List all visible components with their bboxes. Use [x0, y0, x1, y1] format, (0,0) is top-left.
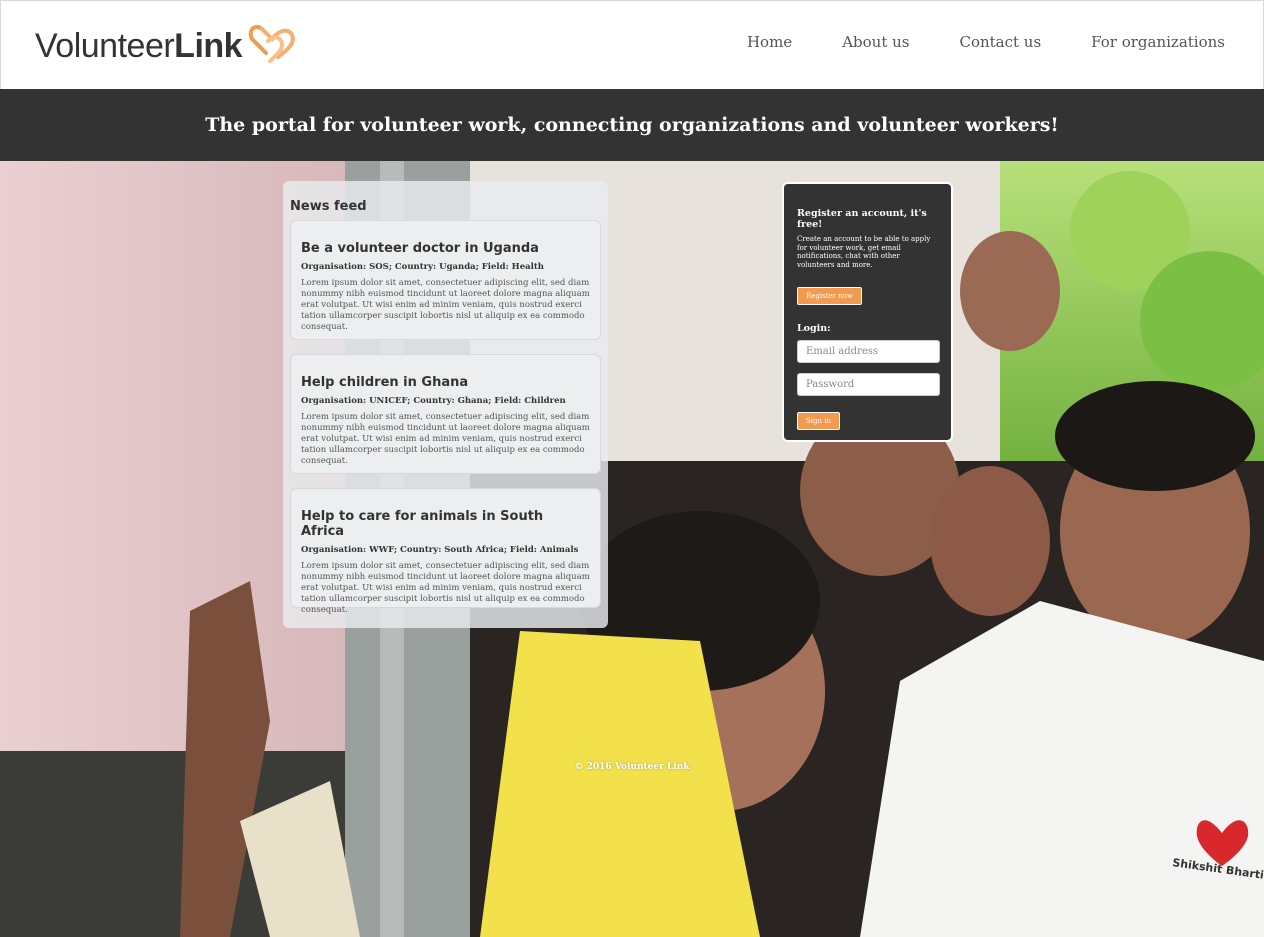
news-card-title[interactable]: Help to care for animals in South Africa — [301, 509, 590, 539]
news-card-title[interactable]: Be a volunteer doctor in Uganda — [301, 241, 590, 256]
main-nav: Home About us Contact us For organizatio… — [747, 33, 1225, 51]
news-card-meta: Organisation: WWF; Country: South Africa… — [301, 545, 579, 555]
nav-contact-us[interactable]: Contact us — [959, 33, 1041, 51]
news-card[interactable]: Help to care for animals in South Africa… — [290, 488, 601, 615]
tagline-banner: The portal for volunteer work, connectin… — [0, 89, 1264, 161]
news-card-meta: Organisation: UNICEF; Country: Ghana; Fi… — [301, 396, 566, 406]
heart-link-icon — [248, 24, 295, 63]
news-card-body: Lorem ipsum dolor sit amet, consectetuer… — [301, 561, 590, 615]
footer-copyright: © 2016 Volunteer Link — [574, 762, 690, 772]
hero-photo: Shikshit Bhartiya — [0, 161, 1264, 937]
news-card-body: Lorem ipsum dolor sit amet, consectetuer… — [301, 412, 590, 466]
password-input[interactable] — [797, 373, 940, 396]
register-button[interactable]: Register now — [797, 287, 862, 305]
news-card[interactable]: Be a volunteer doctor in Uganda Organisa… — [290, 220, 601, 340]
logo-text: VolunteerLink — [35, 27, 243, 65]
news-card[interactable]: Help children in Ghana Organisation: UNI… — [290, 354, 601, 474]
login-label: Login: — [797, 323, 831, 334]
news-feed: News feed Be a volunteer doctor in Ugand… — [283, 181, 608, 628]
register-heading: Register an account, it's free! — [797, 208, 927, 230]
news-feed-title: News feed — [290, 199, 367, 214]
account-panel: Register an account, it's free! Create a… — [782, 182, 953, 442]
email-input[interactable] — [797, 340, 940, 363]
nav-home[interactable]: Home — [747, 33, 792, 51]
news-card-title[interactable]: Help children in Ghana — [301, 375, 590, 390]
nav-for-organizations[interactable]: For organizations — [1091, 33, 1225, 51]
news-card-body: Lorem ipsum dolor sit amet, consectetuer… — [301, 278, 590, 332]
site-logo[interactable]: VolunteerLink — [35, 23, 298, 69]
register-description: Create an account to be able to apply fo… — [797, 235, 931, 269]
tagline: The portal for volunteer work, connectin… — [205, 114, 1059, 136]
news-card-meta: Organisation: SOS; Country: Uganda; Fiel… — [301, 262, 544, 272]
hero-illustration: Shikshit Bhartiya — [0, 161, 1264, 937]
logo-text-bold: Link — [174, 27, 243, 65]
nav-about-us[interactable]: About us — [842, 33, 909, 51]
logo-text-light: Volunteer — [35, 27, 175, 65]
site-header: VolunteerLink Home About us Contact us F… — [0, 0, 1264, 89]
sign-in-button[interactable]: Sign in — [797, 412, 840, 430]
